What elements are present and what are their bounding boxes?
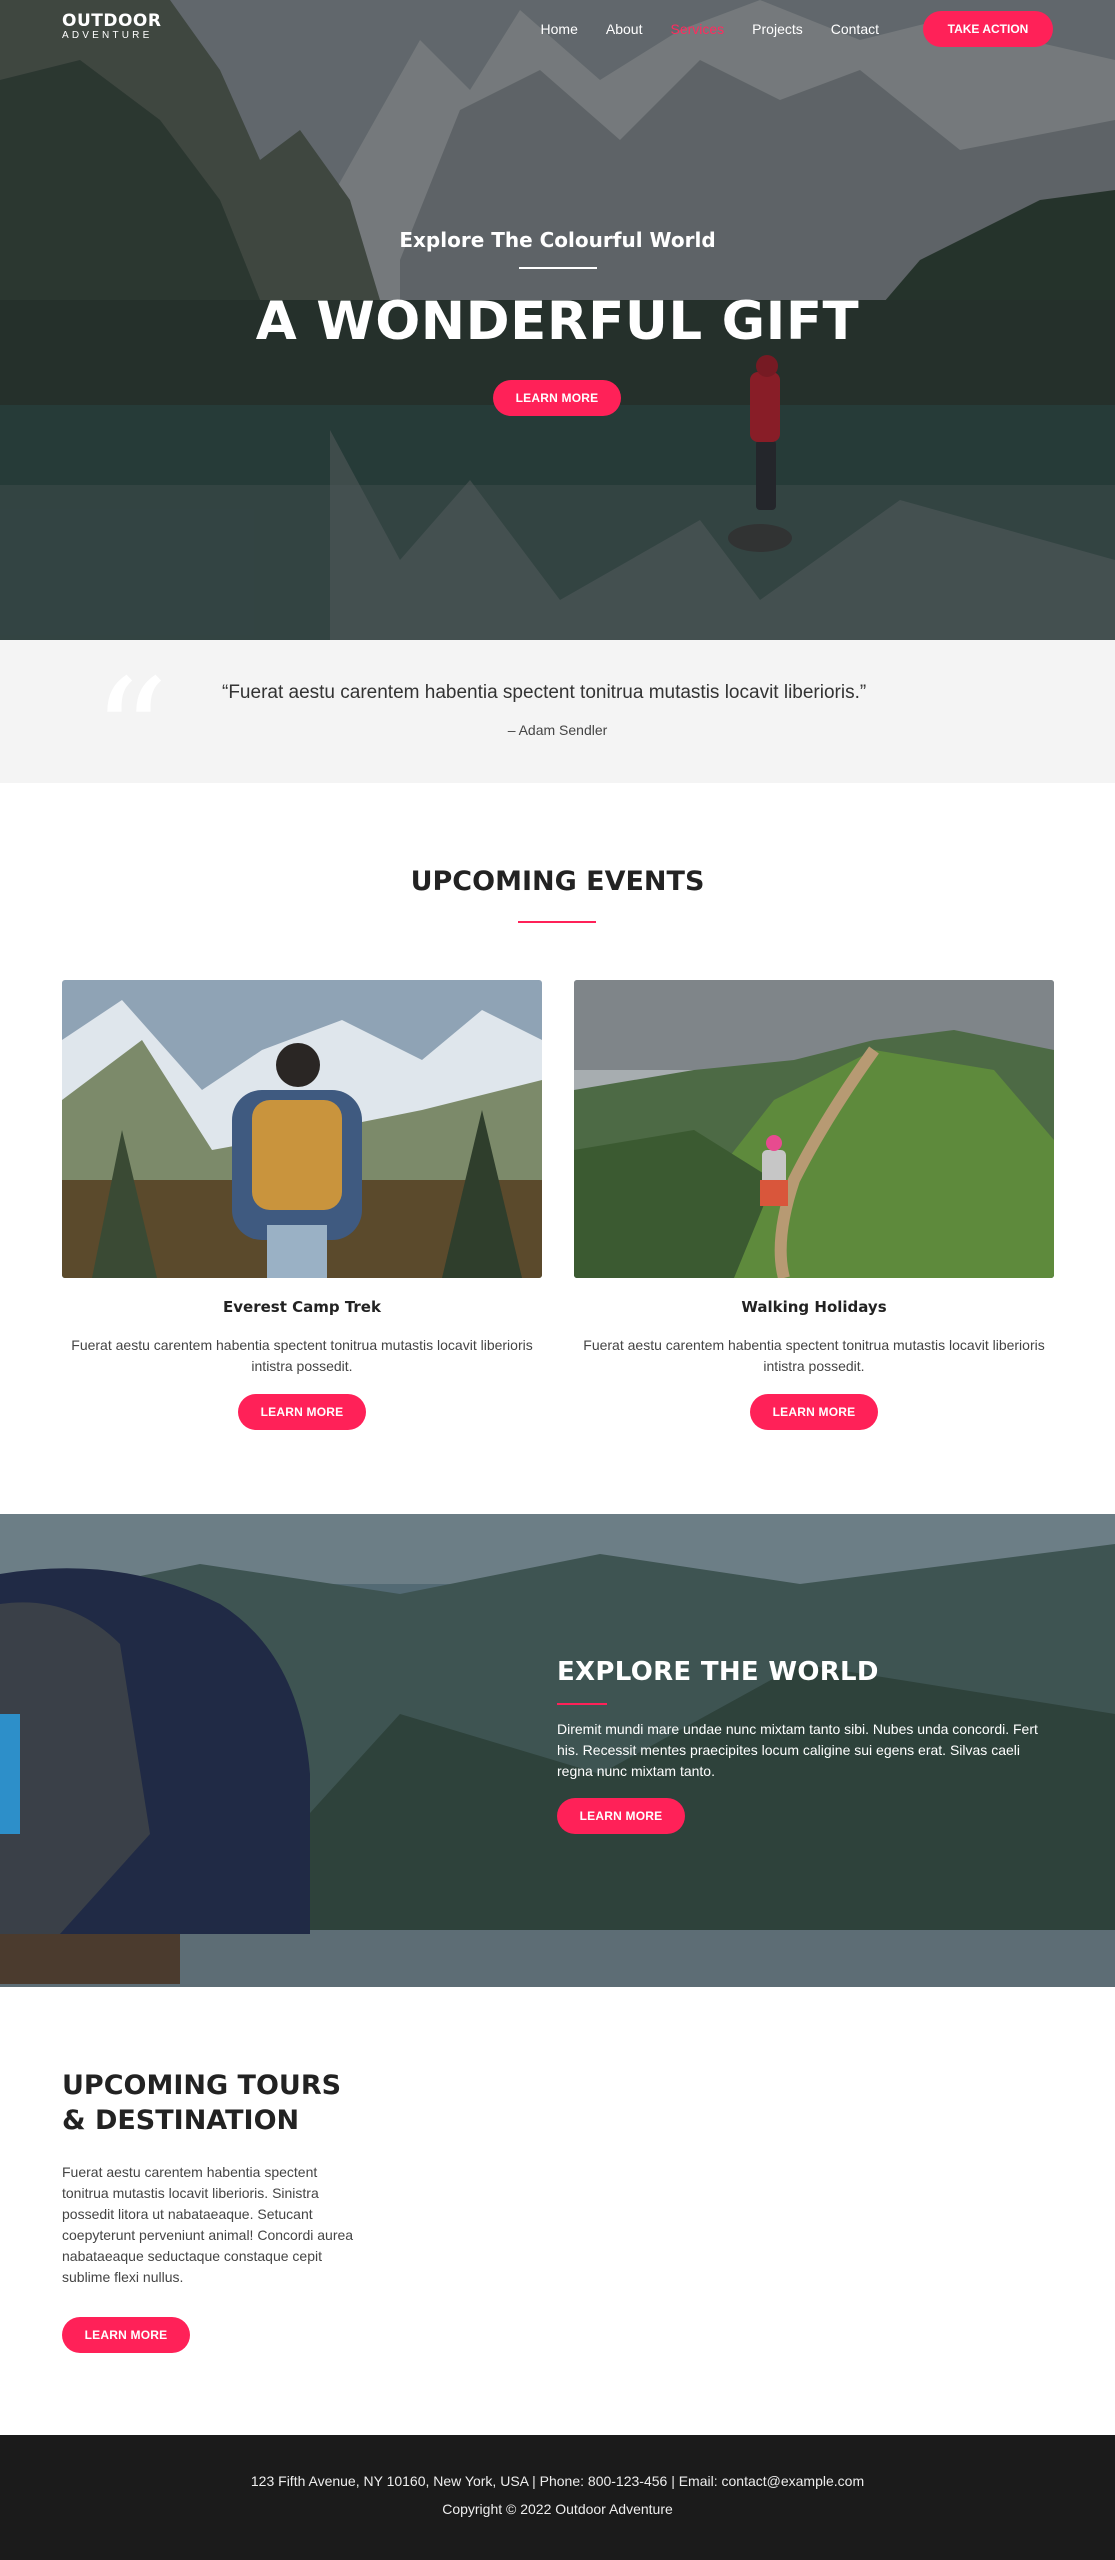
top-navigation: OUTDOOR ADVENTURE Home About Services Pr… [0,0,1115,58]
testimonial-section: “ “Fuerat aestu carentem habentia specte… [0,640,1115,810]
explore-text: Diremit mundi mare undae nunc mixtam tan… [557,1721,1038,1779]
hero-subtitle: Explore The Colourful World [399,228,716,252]
tours-learn-more-button[interactable]: LEARN MORE [62,2317,190,2353]
event-name: Everest Camp Trek [223,1298,381,1316]
footer-copyright: Copyright © 2022 Outdoor Adventure [442,2501,673,2517]
tours-title: UPCOMING TOURS & DESTINATION [62,2070,342,2136]
event-description: Fuerat aestu carentem habentia spectent … [583,1337,1045,1374]
event-name: Walking Holidays [741,1298,887,1316]
event-learn-more-button[interactable]: LEARN MORE [238,1394,366,1430]
explore-divider [557,1703,607,1705]
site-logo[interactable]: OUTDOOR ADVENTURE [62,12,161,42]
site-footer: 123 Fifth Avenue, NY 10160, New York, US… [0,2435,1115,2560]
explore-content: EXPLORE THE WORLD Diremit mundi mare und… [557,1657,1057,1834]
event-image-walking[interactable] [574,980,1054,1278]
hero-divider [518,267,597,269]
explore-learn-more-button[interactable]: LEARN MORE [557,1798,685,1834]
quote-author: – Adam Sendler [507,722,608,738]
footer-contact: 123 Fifth Avenue, NY 10160, New York, US… [250,2473,865,2489]
event-description: Fuerat aestu carentem habentia spectent … [71,1337,533,1374]
hero-content: Explore The Colourful World A WONDERFUL … [0,228,1115,352]
quote-text: “Fuerat aestu carentem habentia spectent… [222,682,867,703]
logo-title: OUTDOOR [62,11,162,31]
events-divider [518,921,596,923]
nav-projects[interactable]: Projects [752,20,803,38]
nav-services[interactable]: Services [670,20,724,38]
logo-subtitle: ADVENTURE [62,30,153,41]
explore-title: EXPLORE THE WORLD [557,1657,879,1687]
hero-section: OUTDOOR ADVENTURE Home About Services Pr… [0,0,1115,640]
take-action-button[interactable]: TAKE ACTION [923,11,1053,47]
event-image-everest[interactable] [62,980,542,1278]
tours-section: UPCOMING TOURS & DESTINATION Fuerat aest… [62,2068,362,2353]
nav-home[interactable]: Home [541,20,578,38]
nav-menu: Home About Services Projects Contact [513,20,879,38]
event-card-everest: Everest Camp Trek Fuerat aestu carentem … [62,980,542,1430]
explore-section: EXPLORE THE WORLD Diremit mundi mare und… [0,1514,1115,1987]
event-card-walking: Walking Holidays Fuerat aestu carentem h… [574,980,1054,1430]
hero-title: A WONDERFUL GIFT [255,291,860,352]
events-title: UPCOMING EVENTS [410,866,705,897]
nav-contact[interactable]: Contact [831,20,879,38]
event-learn-more-button[interactable]: LEARN MORE [750,1394,878,1430]
tours-text: Fuerat aestu carentem habentia spectent … [62,2164,354,2285]
nav-about[interactable]: About [606,20,643,38]
hero-learn-more-button[interactable]: LEARN MORE [493,380,621,416]
